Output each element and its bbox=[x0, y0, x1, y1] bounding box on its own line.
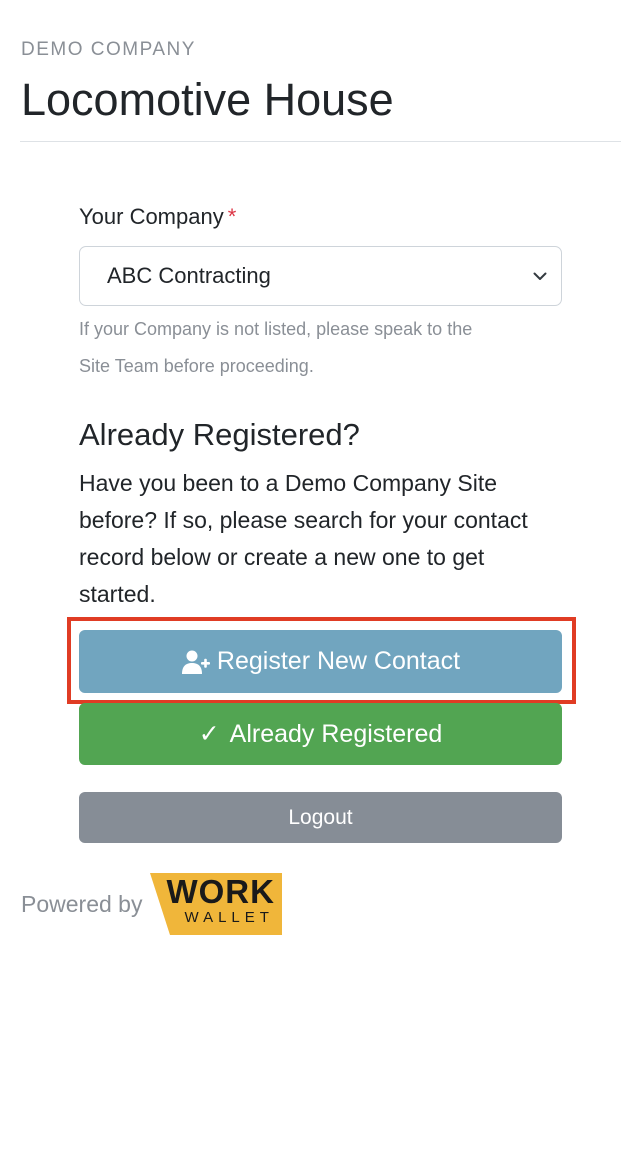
company-name: DEMO COMPANY bbox=[21, 39, 196, 60]
description-line: started. bbox=[79, 581, 156, 607]
logo-text-wallet: WALLET bbox=[184, 909, 274, 926]
already-button-label: Already Registered bbox=[229, 719, 443, 748]
company-field-label: Your Company * bbox=[79, 200, 562, 234]
description-line: before? If so, please search for your co… bbox=[79, 507, 528, 533]
checkmark-icon: ✓ bbox=[198, 720, 220, 748]
company-label-text: Your Company bbox=[79, 204, 224, 229]
page-header: DEMO COMPANY Locomotive House bbox=[21, 38, 621, 124]
powered-by-text: Powered by bbox=[21, 890, 143, 917]
required-mark: * bbox=[227, 204, 237, 229]
company-select-value: ABC Contracting bbox=[107, 263, 271, 288]
chevron-down-icon bbox=[533, 269, 547, 283]
already-registered-button[interactable]: ✓ Already Registered bbox=[79, 703, 562, 765]
logo-text-work: WORK bbox=[166, 873, 275, 910]
description-line: record below or create a new one to get bbox=[79, 544, 485, 570]
registration-form: Your Company * ABC Contracting If your Co… bbox=[79, 200, 562, 613]
user-plus-icon bbox=[181, 649, 211, 675]
header-divider bbox=[20, 141, 621, 142]
already-registered-heading: Already Registered? bbox=[79, 417, 360, 452]
work-wallet-logo: WORK WALLET bbox=[150, 873, 283, 935]
powered-by: Powered by WORK WALLET bbox=[21, 873, 283, 935]
logout-button-label: Logout bbox=[288, 805, 353, 829]
help-text-line: Site Team before proceeding. bbox=[79, 356, 314, 376]
already-registered-description: Have you been to a Demo Company Site bef… bbox=[79, 465, 562, 613]
help-text-line: If your Company is not listed, please sp… bbox=[79, 319, 473, 339]
page-title: Locomotive House bbox=[21, 74, 394, 125]
logout-button[interactable]: Logout bbox=[79, 792, 562, 843]
register-new-contact-button[interactable]: Register New Contact bbox=[79, 630, 562, 693]
company-select[interactable]: ABC Contracting bbox=[79, 246, 562, 306]
register-button-label: Register New Contact bbox=[216, 647, 461, 675]
description-line: Have you been to a Demo Company Site bbox=[79, 470, 498, 496]
company-help-text: If your Company is not listed, please sp… bbox=[79, 311, 562, 385]
